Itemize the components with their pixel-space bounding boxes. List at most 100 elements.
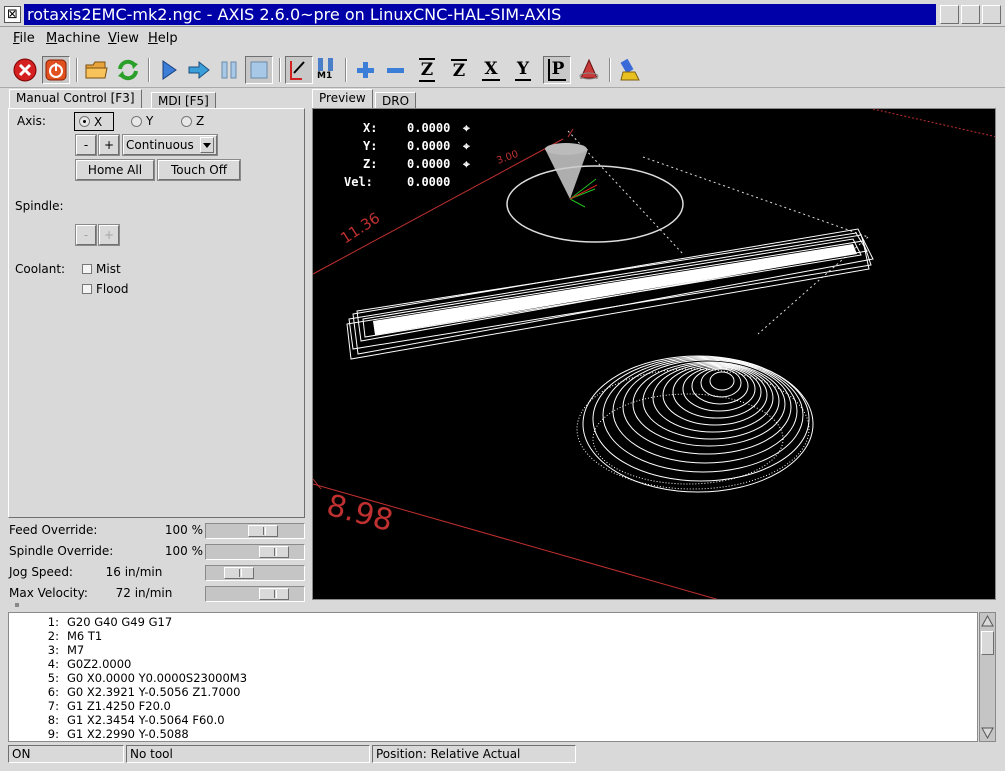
dro-z-label: Z: xyxy=(363,157,378,171)
dro-x-value: 0.0000 xyxy=(407,121,451,135)
zoom-in-icon[interactable] xyxy=(351,56,379,84)
jog-mode-select[interactable]: Continuous xyxy=(122,134,218,156)
stop-icon[interactable] xyxy=(245,56,273,84)
toolbar: M1 Z Z X Y P xyxy=(0,52,1005,88)
gcode-line-text: M7 xyxy=(67,643,85,657)
home-icon: ⌖ xyxy=(463,139,470,153)
gcode-line-number: 6: xyxy=(47,685,59,699)
scroll-down-icon[interactable] xyxy=(980,725,995,741)
view-z-icon[interactable]: Z xyxy=(413,56,441,84)
gcode-line-text: G0 X2.3921 Y-0.5056 Z1.7000 xyxy=(67,685,241,699)
machine-power-icon[interactable] xyxy=(42,56,70,84)
gcode-line-text: G1 X2.2990 Y-0.5088 xyxy=(67,727,189,741)
window-menu-icon[interactable]: ⊠ xyxy=(4,6,21,23)
open-file-icon[interactable] xyxy=(83,56,111,84)
gcode-line-number: 4: xyxy=(47,657,59,671)
view-z2-icon[interactable]: Z xyxy=(445,56,473,84)
gcode-line-number: 9: xyxy=(47,727,59,741)
status-machine-state: ON xyxy=(8,745,124,763)
tab-dro[interactable]: DRO xyxy=(375,92,417,108)
chevron-down-icon xyxy=(200,137,214,153)
tab-mdi[interactable]: MDI [F5] xyxy=(151,92,216,108)
gcode-line[interactable]: 1: G20 G40 G49 G17 xyxy=(9,615,977,629)
spindle-override-slider[interactable] xyxy=(205,544,305,560)
tab-preview[interactable]: Preview xyxy=(312,89,373,108)
gcode-line-text: G1 Z1.4250 F20.0 xyxy=(67,699,171,713)
gcode-line[interactable]: 5: G0 X0.0000 Y0.0000S23000M3 xyxy=(9,671,977,685)
flood-checkbox[interactable]: Flood xyxy=(82,282,129,296)
menu-machine[interactable]: Machine xyxy=(46,31,100,46)
slider-knob[interactable] xyxy=(224,567,254,579)
tab-manual-control[interactable]: Manual Control [F3] xyxy=(9,89,142,108)
gcode-line-number: 7: xyxy=(47,699,59,713)
gcode-line[interactable]: 9: G1 X2.2990 Y-0.5088 xyxy=(9,727,977,741)
gcode-scrollbar[interactable] xyxy=(979,612,996,742)
gcode-line-text: G20 G40 G49 G17 xyxy=(67,615,173,629)
max-velocity-slider[interactable] xyxy=(205,586,305,602)
view-p-icon[interactable]: P xyxy=(543,56,571,84)
touch-off-button[interactable]: Touch Off xyxy=(157,159,241,181)
jog-speed-row: Jog Speed: 16 in/min xyxy=(9,563,305,583)
feed-override-row: Feed Override: 100 % xyxy=(9,521,305,541)
spindle-minus-button[interactable]: - xyxy=(75,224,97,246)
zoom-out-icon[interactable] xyxy=(381,56,409,84)
axis-z-radio[interactable]: Z xyxy=(181,114,204,128)
estop-icon[interactable] xyxy=(11,56,39,84)
gcode-listing[interactable]: 1: G20 G40 G49 G17 2: M6 T1 3: M7 4: G0Z2.0000 5… xyxy=(8,612,978,742)
rotate-view-icon[interactable] xyxy=(575,56,603,84)
title-bar: ⊠ rotaxis2EMC-mk2.ngc - AXIS 2.6.0~pre o… xyxy=(0,0,1005,27)
minimize-button[interactable] xyxy=(940,5,959,24)
block-delete-icon[interactable] xyxy=(285,56,313,84)
view-x-icon[interactable]: X xyxy=(477,56,505,84)
mist-checkbox[interactable]: Mist xyxy=(82,262,121,276)
slider-knob[interactable] xyxy=(259,546,289,558)
optional-stop-icon[interactable]: M1 xyxy=(313,56,341,84)
status-position: Position: Relative Actual xyxy=(372,745,576,763)
max-velocity-row: Max Velocity: 72 in/min xyxy=(9,584,305,604)
preview-canvas[interactable]: 11.36 8.98 3.00 X: 0.0000 ⌖ Y: 0.0000 ⌖ … xyxy=(312,108,996,600)
gcode-line-number: 2: xyxy=(47,629,59,643)
pause-icon[interactable] xyxy=(215,56,243,84)
gcode-line-number: 3: xyxy=(47,643,59,657)
view-y-icon[interactable]: Y xyxy=(509,56,537,84)
spindle-label: Spindle: xyxy=(15,199,64,213)
slider-knob[interactable] xyxy=(259,588,289,600)
axis-y-radio[interactable]: Y xyxy=(131,114,153,128)
dro-vel-value: 0.0000 xyxy=(407,175,451,189)
gcode-line[interactable]: 2: M6 T1 xyxy=(9,629,977,643)
dro-y-value: 0.0000 xyxy=(407,139,451,153)
clear-backplot-icon[interactable] xyxy=(617,56,645,84)
menu-view[interactable]: View xyxy=(108,31,139,46)
pane-splitter[interactable] xyxy=(15,603,19,607)
slider-knob[interactable] xyxy=(248,525,278,537)
axis-x-radio[interactable]: X xyxy=(74,112,114,131)
scroll-up-icon[interactable] xyxy=(980,613,995,629)
jog-minus-button[interactable]: - xyxy=(75,134,97,156)
axis-label: Axis: xyxy=(17,114,46,128)
home-all-button[interactable]: Home All xyxy=(75,159,155,181)
jog-speed-slider[interactable] xyxy=(205,565,305,581)
step-icon[interactable] xyxy=(185,56,213,84)
run-icon[interactable] xyxy=(155,56,183,84)
reload-icon[interactable] xyxy=(114,56,142,84)
gcode-line[interactable]: 8: G1 X2.3454 Y-0.5064 F60.0 xyxy=(9,713,977,727)
gcode-line-text: G0Z2.0000 xyxy=(67,657,132,671)
gcode-line-number: 5: xyxy=(47,671,59,685)
menu-file[interactable]: File xyxy=(13,31,35,46)
dro-z-value: 0.0000 xyxy=(407,157,451,171)
gcode-line-number: 1: xyxy=(47,615,59,629)
gcode-line[interactable]: 3: M7 xyxy=(9,643,977,657)
dro-x-label: X: xyxy=(363,121,378,135)
jog-plus-button[interactable]: + xyxy=(98,134,120,156)
home-icon: ⌖ xyxy=(463,157,470,171)
gcode-line[interactable]: 6: G0 X2.3921 Y-0.5056 Z1.7000 xyxy=(9,685,977,699)
spindle-plus-button[interactable]: + xyxy=(98,224,120,246)
coolant-label: Coolant: xyxy=(15,262,66,276)
feed-override-slider[interactable] xyxy=(205,523,305,539)
gcode-line[interactable]: 4: G0Z2.0000 xyxy=(9,657,977,671)
menu-help[interactable]: Help xyxy=(148,31,178,46)
scroll-thumb[interactable] xyxy=(981,631,994,655)
close-button[interactable] xyxy=(982,5,1001,24)
gcode-line[interactable]: 7: G1 Z1.4250 F20.0 xyxy=(9,699,977,713)
maximize-button[interactable] xyxy=(961,5,980,24)
